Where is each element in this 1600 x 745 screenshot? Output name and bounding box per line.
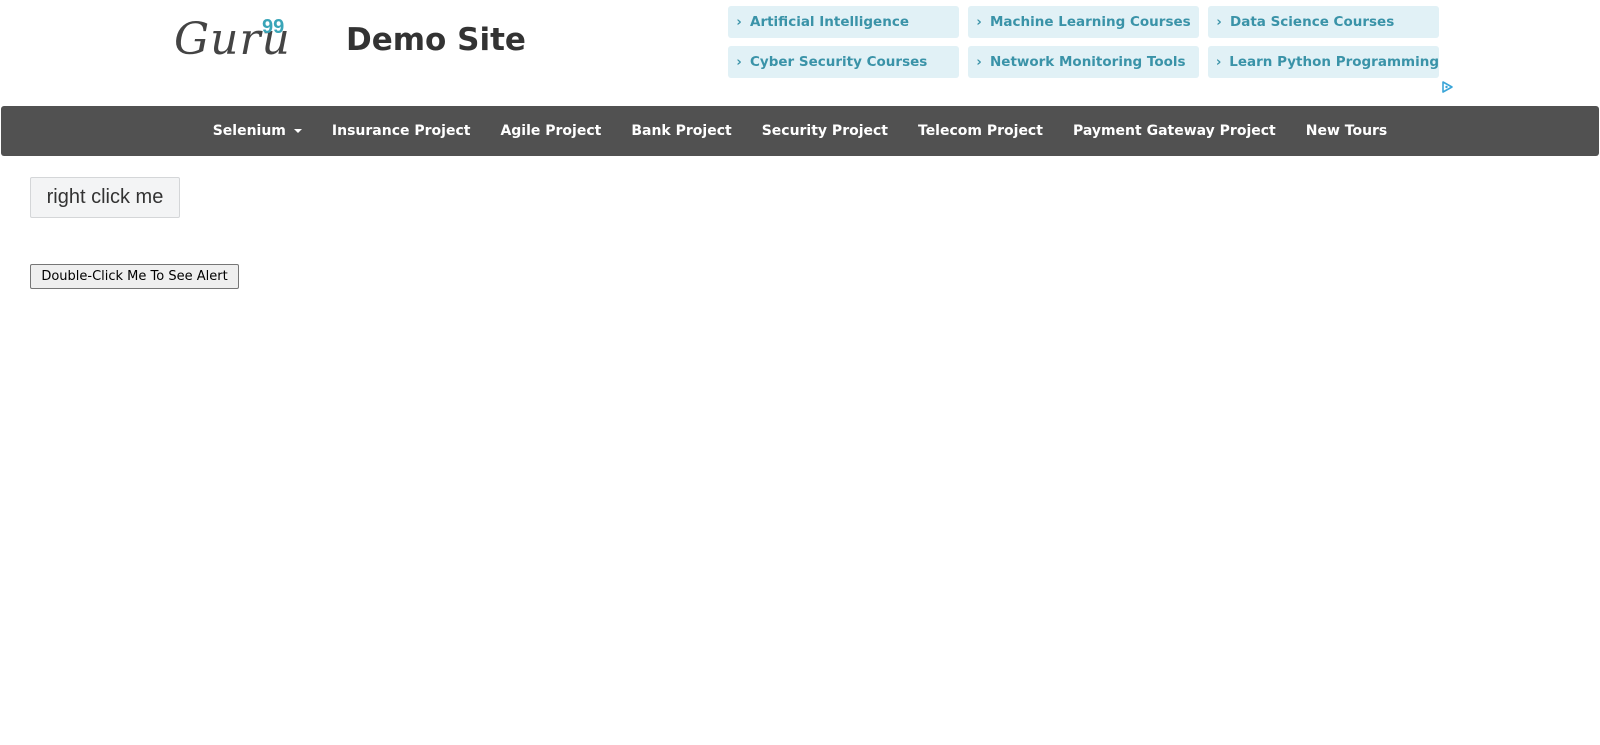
ad-link-label: Machine Learning Courses (990, 14, 1191, 30)
logo-superscript: 99 (262, 16, 285, 38)
nav-item-label: Payment Gateway Project (1072, 123, 1276, 139)
nav-item-label: Telecom Project (918, 123, 1043, 139)
nav-item-label: Selenium (212, 123, 286, 139)
ad-link-label: Artificial Intelligence (750, 14, 909, 30)
chevron-right-icon: › (736, 14, 742, 30)
nav-item-payment-gateway-project[interactable]: Payment Gateway Project (1058, 123, 1291, 139)
chevron-right-icon: › (976, 14, 982, 30)
nav-item-label: Bank Project (631, 123, 732, 139)
nav-item-insurance-project[interactable]: Insurance Project (317, 123, 486, 139)
nav-item-new-tours[interactable]: New Tours (1291, 123, 1403, 139)
chevron-right-icon: › (736, 54, 742, 70)
nav-item-label: Agile Project (500, 123, 602, 139)
nav-item-bank-project[interactable]: Bank Project (616, 123, 746, 139)
nav-item-agile-project[interactable]: Agile Project (485, 123, 616, 139)
ad-link-machine-learning-courses[interactable]: › Machine Learning Courses (968, 6, 1199, 38)
ad-link-network-monitoring-tools[interactable]: › Network Monitoring Tools (968, 46, 1199, 78)
nav-item-label: New Tours (1305, 123, 1388, 139)
ad-links-grid: › Artificial Intelligence › Machine Lear… (728, 6, 1439, 78)
ad-link-artificial-intelligence[interactable]: › Artificial Intelligence (728, 6, 959, 38)
guru99-logo[interactable]: Guru 99 (174, 14, 291, 74)
right-click-button[interactable]: right click me (30, 177, 180, 218)
main-navbar: Selenium Insurance Project Agile Project… (1, 106, 1599, 156)
ad-link-label: Network Monitoring Tools (990, 54, 1186, 70)
chevron-right-icon: › (1216, 14, 1222, 30)
nav-item-label: Insurance Project (331, 123, 471, 139)
ad-link-label: Cyber Security Courses (750, 54, 928, 70)
nav-item-security-project[interactable]: Security Project (747, 123, 903, 139)
nav-item-selenium-dropdown[interactable]: Selenium (198, 123, 317, 139)
ad-link-data-science-courses[interactable]: › Data Science Courses (1208, 6, 1439, 38)
ad-link-label: Data Science Courses (1230, 14, 1395, 30)
adchoices-triangle-icon[interactable] (1440, 80, 1454, 94)
chevron-right-icon: › (976, 54, 982, 70)
nav-item-label: Security Project (761, 123, 888, 139)
chevron-right-icon: › (1215, 54, 1222, 70)
double-click-button[interactable]: Double-Click Me To See Alert (30, 264, 239, 289)
ad-link-learn-python-programming[interactable]: › Learn Python Programming (1208, 46, 1439, 78)
caret-down-icon (293, 129, 302, 133)
site-title: Demo Site (346, 22, 526, 58)
nav-item-telecom-project[interactable]: Telecom Project (903, 123, 1058, 139)
site-header: Guru 99 Demo Site › Artificial Intellige… (0, 0, 1600, 106)
ad-link-label: Learn Python Programming (1229, 54, 1439, 70)
ad-link-cyber-security-courses[interactable]: › Cyber Security Courses (728, 46, 959, 78)
